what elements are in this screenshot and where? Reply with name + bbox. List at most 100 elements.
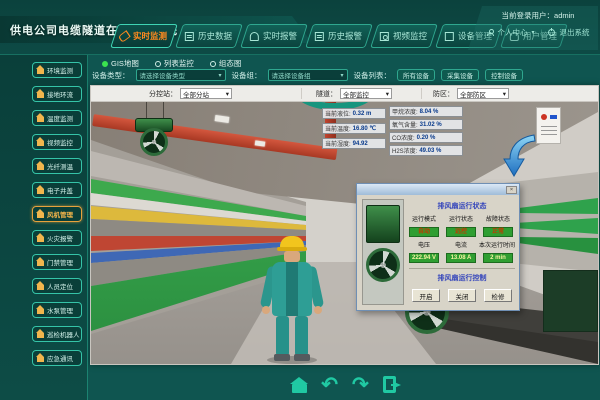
- home-icon: [37, 93, 44, 98]
- user-center-link[interactable]: 个人中心: [498, 27, 528, 38]
- exit-icon: [383, 376, 396, 393]
- fan-device-image: [362, 199, 404, 305]
- divider: |: [541, 28, 543, 37]
- device-filter-row: 设备类型： 请选择设备类型▾ 设备组： 请选择设备组▾ 设备列表： 所有设备 采…: [92, 69, 523, 81]
- app-header: 供电公司电缆隧道在线监测系统 实时监测 历史数据 实时报警 历史报警 视频监控 …: [0, 0, 600, 55]
- zone-select[interactable]: 全部防区▾: [457, 88, 509, 99]
- divider: [301, 88, 302, 99]
- device-box-icon: [445, 32, 454, 41]
- runtime-value: 2 min: [483, 253, 513, 263]
- device-group-select[interactable]: 请选择设备组▾: [268, 69, 348, 81]
- radio-list-monitor[interactable]: 列表监控: [155, 58, 194, 69]
- worker-overalls: [286, 262, 298, 316]
- fan-housing-image: [366, 205, 400, 243]
- fault-state-value: 正常: [483, 227, 513, 237]
- worker-hand: [262, 306, 270, 314]
- close-icon[interactable]: ×: [506, 186, 517, 194]
- right-equipment-box: [543, 270, 598, 332]
- radio-gis-map[interactable]: GIS地图: [102, 58, 139, 69]
- sign-text-lines: [541, 126, 557, 127]
- sign-red-dot: [541, 114, 547, 120]
- sidebar-item-fan-management[interactable]: 风机管理: [32, 206, 82, 222]
- sidebar: 环境监测 接地环流 温度监测 视频监控 光纤测温 电子井盖 风机管理 火灾报警 …: [0, 55, 88, 400]
- run-state-label: 运行状态: [444, 214, 478, 223]
- home-button[interactable]: [292, 377, 307, 393]
- temperature-readout: 当前温度:16.80 ℃: [322, 123, 386, 134]
- sidebar-item-fiber-temperature[interactable]: 光纤测温: [32, 158, 82, 174]
- tab-video-monitor[interactable]: 视频监控: [370, 24, 438, 48]
- home-icon: [37, 165, 44, 170]
- sidebar-item-ground-current[interactable]: 接地环流: [32, 86, 82, 102]
- home-icon: [37, 261, 44, 266]
- oxygen-readout: 氧气含量:31.02 %: [389, 119, 463, 130]
- home-icon: [37, 141, 44, 146]
- logout-link[interactable]: 退出系统: [559, 27, 589, 38]
- tunnel-3d-view[interactable]: 当前液位:0.32 m 当前温度:16.80 ℃ 当前湿度:94.92 甲烷浓度…: [91, 102, 598, 364]
- sidebar-item-inspection-robot[interactable]: 巡检机器人: [32, 326, 82, 342]
- dialog-titlebar[interactable]: ×: [357, 184, 519, 195]
- sidebar-item-fire-alarm[interactable]: 火灾报警: [32, 230, 82, 246]
- control-devices-button[interactable]: 控制设备: [485, 69, 523, 81]
- view-mode-radios: GIS地图 列表监控 组态图: [102, 58, 241, 69]
- humidity-readout: 当前湿度:94.92: [322, 138, 386, 149]
- home-icon: [37, 69, 44, 74]
- zone-label: 防区：: [433, 89, 454, 99]
- blue-curved-arrow-icon[interactable]: [501, 132, 537, 178]
- all-devices-button[interactable]: 所有设备: [397, 69, 435, 81]
- home-icon: [37, 333, 44, 338]
- sidebar-item-environment-monitoring[interactable]: 环境监测: [32, 62, 82, 78]
- h2s-readout: H2S浓度:49.03 %: [389, 145, 463, 156]
- sidebar-item-emergency-comm[interactable]: 应急通讯: [32, 350, 82, 366]
- worker-boot: [274, 354, 290, 361]
- methane-readout: 甲烷浓度:8.04 %: [389, 106, 463, 117]
- main-content: GIS地图 列表监控 组态图 设备类型： 请选择设备类型▾ 设备组： 请选择设备…: [88, 55, 600, 400]
- alarm-bell-icon: [250, 32, 259, 41]
- radio-dot-icon: [210, 61, 216, 67]
- history-data-icon: [185, 32, 194, 41]
- collect-devices-button[interactable]: 采集设备: [441, 69, 479, 81]
- user-area: 当前登录用户：admin 个人中心 ▾ | 退出系统: [468, 6, 598, 50]
- realtime-monitor-icon: [119, 30, 132, 43]
- sidebar-item-video-monitoring[interactable]: 视频监控: [32, 134, 82, 150]
- radio-dot-icon: [155, 61, 161, 67]
- divider: [421, 88, 422, 99]
- tab-realtime-monitor[interactable]: 实时监测: [110, 24, 178, 48]
- fan-maintenance-button[interactable]: 检修: [484, 289, 512, 302]
- exit-button[interactable]: [383, 376, 396, 393]
- sidebar-item-electronic-manhole[interactable]: 电子井盖: [32, 182, 82, 198]
- sidebar-item-temperature-monitoring[interactable]: 温度监测: [32, 110, 82, 126]
- fan-stop-button[interactable]: 关闭: [448, 289, 476, 302]
- tab-history-alarm[interactable]: 历史报警: [305, 24, 373, 48]
- run-mode-value: 自动: [409, 227, 439, 237]
- tab-history-data[interactable]: 历史数据: [175, 24, 243, 48]
- worker-avatar[interactable]: [262, 236, 322, 364]
- worker-face: [284, 251, 300, 262]
- ceiling-fan[interactable]: [140, 128, 168, 156]
- tunnel-select[interactable]: 全部监控▾: [340, 88, 392, 99]
- fan-status-header: 排风扇运行状态: [407, 201, 517, 211]
- radio-schematic[interactable]: 组态图: [210, 58, 242, 69]
- power-icon: [548, 29, 555, 36]
- wall-sign: [536, 107, 561, 144]
- chevron-down-icon: ▾: [218, 72, 221, 79]
- tab-realtime-alarm[interactable]: 实时报警: [240, 24, 308, 48]
- station-select[interactable]: 全部分站▾: [180, 88, 232, 99]
- station-label: 分控站：: [149, 89, 177, 99]
- back-button[interactable]: ↶: [321, 375, 338, 395]
- sidebar-item-personnel-location[interactable]: 人员定位: [32, 278, 82, 294]
- viewer-panel: 分控站： 全部分站▾ 隧道： 全部监控▾ 防区： 全部防区▾: [90, 85, 599, 365]
- bottom-nav: ↶ ↷: [88, 369, 600, 400]
- chevron-down-icon: ▾: [386, 90, 389, 98]
- home-icon: [37, 213, 44, 218]
- chevron-down-icon: ▾: [532, 29, 535, 36]
- device-type-select[interactable]: 请选择设备类型▾: [136, 69, 226, 81]
- fan-start-button[interactable]: 开启: [412, 289, 440, 302]
- home-icon: [37, 237, 44, 242]
- fan-blades-image: [366, 248, 400, 282]
- tunnel-label: 隧道：: [316, 89, 337, 99]
- worker-hardhat-brim: [277, 247, 307, 251]
- sidebar-item-access-control[interactable]: 门禁管理: [32, 254, 82, 270]
- forward-button[interactable]: ↷: [352, 375, 369, 395]
- fan-control-dialog: × 排风扇运行状态 运行模式 运行状态 故障状态: [356, 183, 520, 311]
- sidebar-item-water-pump[interactable]: 水泵管理: [32, 302, 82, 318]
